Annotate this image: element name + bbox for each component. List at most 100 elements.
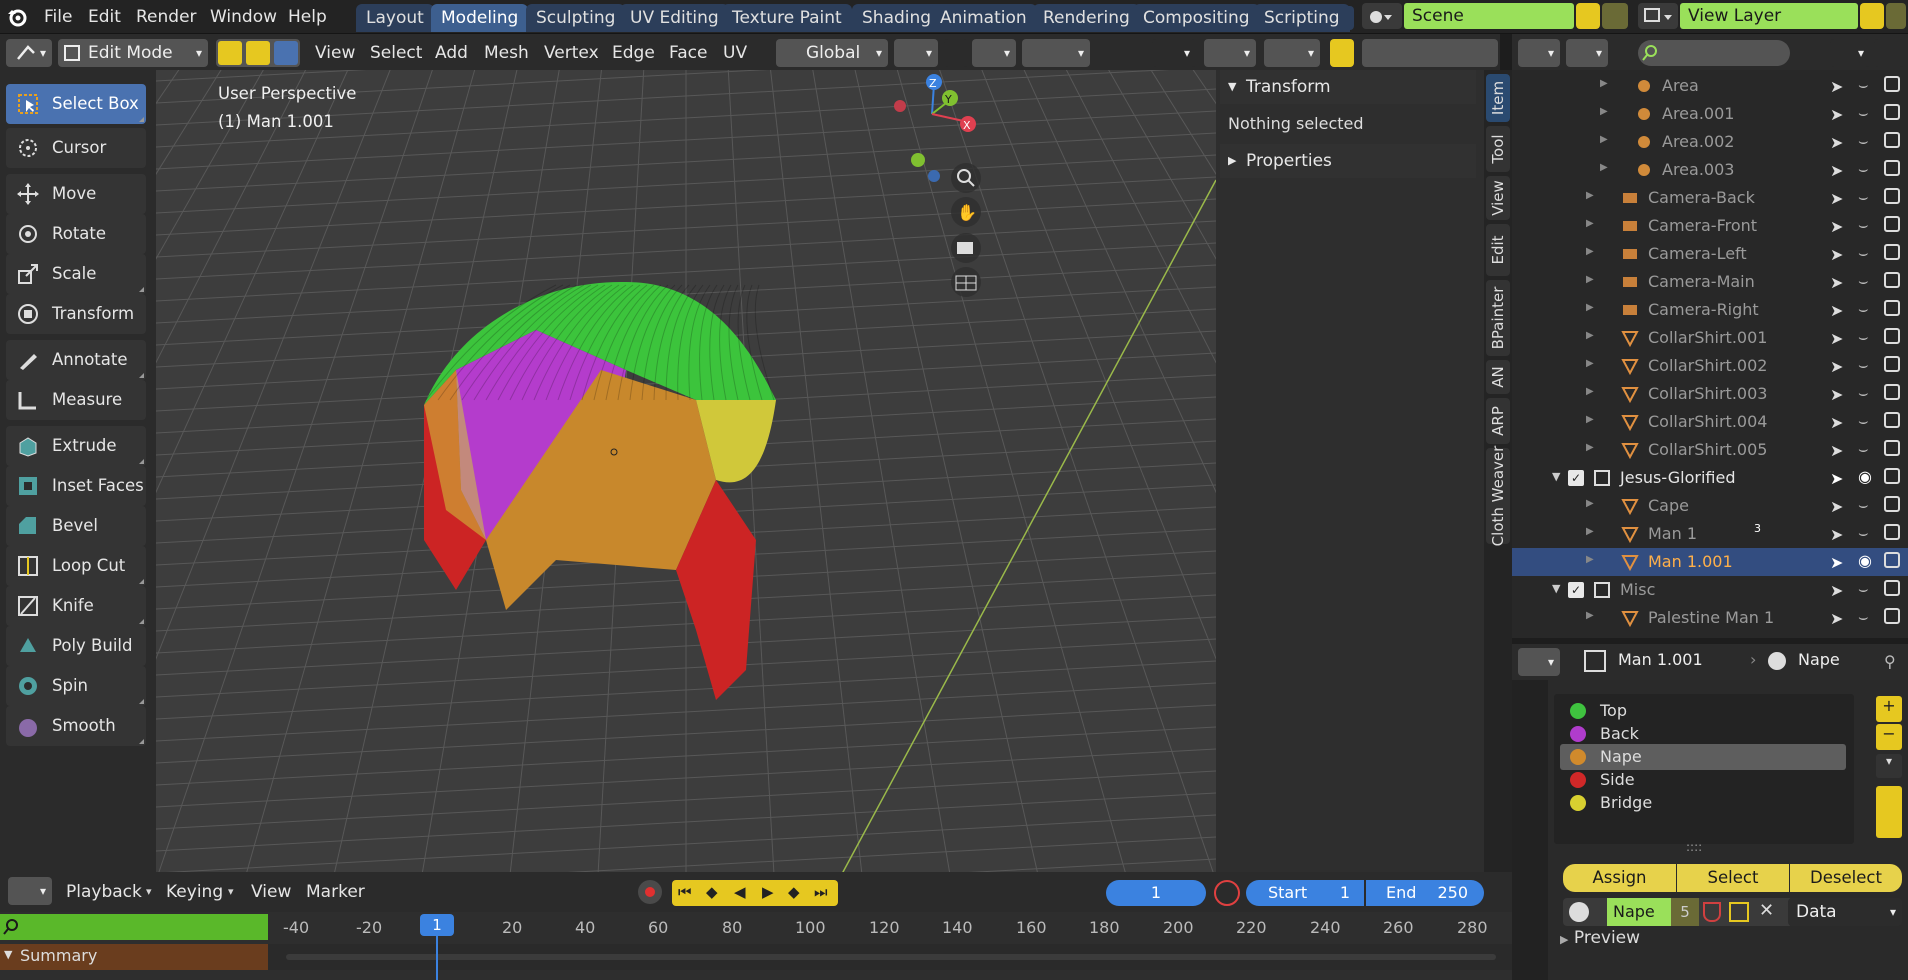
chevron-down-icon[interactable]: ▼ — [1552, 470, 1560, 483]
selectable-icon[interactable]: ➤ — [1830, 189, 1843, 208]
properties-panel-header[interactable]: ▶ Properties — [1220, 144, 1476, 178]
menu-help[interactable]: Help — [280, 4, 335, 30]
eye-closed-icon[interactable]: ⌣ — [1858, 243, 1869, 263]
chevron-right-icon[interactable]: ▶ — [1586, 302, 1594, 313]
tool-move[interactable]: Move — [6, 174, 146, 214]
slot-specials-icon[interactable]: ▾ — [1876, 754, 1902, 778]
menu-file[interactable]: File — [36, 4, 80, 30]
play-reverse-icon[interactable]: ◀ — [734, 883, 746, 901]
tool-measure[interactable]: Measure — [6, 380, 146, 420]
render-camera-icon[interactable] — [1884, 608, 1900, 624]
render-camera-icon[interactable] — [1884, 468, 1900, 484]
eye-closed-icon[interactable]: ⌣ — [1858, 271, 1869, 291]
selectable-icon[interactable]: ➤ — [1830, 469, 1843, 488]
outliner-row[interactable]: ▶ CollarShirt.002 ➤ ⌣ — [1512, 352, 1908, 380]
timeline[interactable]: ▼ Summary 1 — [0, 912, 1512, 980]
menu-render[interactable]: Render — [128, 4, 205, 30]
eye-closed-icon[interactable]: ⌣ — [1858, 299, 1869, 319]
visibility-dropdown[interactable]: ▾ — [1152, 39, 1196, 67]
render-camera-icon[interactable] — [1884, 580, 1900, 596]
display-mode-dropdown[interactable]: ▾ — [1566, 39, 1608, 67]
tab-animation[interactable]: Animation — [930, 4, 1037, 32]
render-camera-icon[interactable] — [1884, 328, 1900, 344]
eye-closed-icon[interactable]: ⌣ — [1858, 215, 1869, 235]
eye-closed-icon[interactable]: ⌣ — [1858, 327, 1869, 347]
duplicate-material-icon[interactable] — [1729, 902, 1749, 922]
selectable-icon[interactable]: ➤ — [1830, 357, 1843, 376]
pivot-dropdown[interactable]: ▾ — [894, 39, 938, 67]
chevron-right-icon[interactable]: ▶ — [1586, 386, 1594, 397]
chevron-right-icon[interactable]: ▶ — [1600, 162, 1608, 173]
menu-uv[interactable]: UV — [723, 40, 747, 66]
timeline-scrollbar[interactable] — [286, 954, 1496, 960]
outliner-row[interactable]: ▶ Area.001 ➤ ⌣ — [1512, 100, 1908, 128]
timer-icon[interactable] — [1214, 880, 1240, 906]
selectable-icon[interactable]: ➤ — [1830, 273, 1843, 292]
render-camera-icon[interactable] — [1884, 188, 1900, 204]
tab-texture-paint[interactable]: Texture Paint — [722, 4, 852, 32]
tab-layout[interactable]: Layout — [356, 4, 434, 32]
tool-inset-faces[interactable]: Inset Faces — [6, 466, 146, 506]
render-camera-icon[interactable] — [1884, 132, 1900, 148]
new-collection-icon[interactable] — [1874, 39, 1904, 67]
copy-view-layer-icon[interactable] — [1860, 3, 1884, 29]
tab-scripting[interactable]: Scripting — [1254, 4, 1350, 32]
snap-toggle-icon[interactable] — [944, 39, 968, 67]
eye-icon[interactable]: ◉ — [1858, 467, 1872, 486]
render-camera-icon[interactable] — [1884, 104, 1900, 120]
menu-keying[interactable]: Keying — [166, 879, 223, 905]
filter-dropdown[interactable]: ▾ — [1830, 39, 1870, 67]
outliner-row[interactable]: ▶ CollarShirt.001 ➤ ⌣ — [1512, 324, 1908, 352]
chevron-down-icon[interactable]: ▼ — [1552, 582, 1560, 595]
eye-closed-icon[interactable]: ⌣ — [1858, 411, 1869, 431]
menu-window[interactable]: Window — [202, 4, 285, 30]
selectable-icon[interactable]: ➤ — [1830, 217, 1843, 236]
render-camera-icon[interactable] — [1884, 552, 1900, 568]
selectable-icon[interactable]: ➤ — [1830, 329, 1843, 348]
record-button[interactable] — [638, 880, 662, 904]
blender-logo-icon[interactable] — [6, 6, 28, 28]
outliner-editor-type-dropdown[interactable]: ▾ — [1518, 39, 1560, 67]
editor-type-dropdown[interactable]: ▾ — [6, 39, 52, 67]
current-frame-field[interactable]: 1 — [1106, 880, 1206, 906]
chevron-right-icon[interactable]: ▶ — [1586, 442, 1594, 453]
tab-edit[interactable]: Edit — [1486, 224, 1510, 276]
breadcrumb-material[interactable]: Nape — [1798, 650, 1840, 669]
outliner-row[interactable]: ▶ Camera-Front ➤ ⌣ — [1512, 212, 1908, 240]
tool-knife[interactable]: Knife — [6, 586, 146, 626]
link-dropdown[interactable]: Data ▾ — [1788, 898, 1902, 926]
timeline-search-input[interactable] — [0, 914, 268, 940]
menu-select[interactable]: Select — [370, 40, 422, 66]
collection-checkbox[interactable]: ✓ — [1568, 582, 1584, 598]
chevron-right-icon[interactable]: ▶ — [1586, 218, 1594, 229]
preview-panel-header[interactable]: ▶ Preview — [1560, 928, 1640, 948]
outliner-row[interactable]: ▶ Cape ➤ ⌣ — [1512, 492, 1908, 520]
transform-panel-header[interactable]: ▼ Transform — [1220, 70, 1476, 104]
outliner-row[interactable]: ▶ Camera-Right ➤ ⌣ — [1512, 296, 1908, 324]
eye-closed-icon[interactable]: ⌣ — [1858, 355, 1869, 375]
tab-bpainter[interactable]: BPainter — [1486, 280, 1510, 356]
tab-view[interactable]: View — [1486, 176, 1510, 220]
tab-overflow[interactable] — [1344, 6, 1354, 30]
overlay-dropdown[interactable]: ▾ — [1264, 39, 1320, 67]
chevron-right-icon[interactable]: ▶ — [1586, 610, 1594, 621]
menu-playback[interactable]: Playback — [66, 879, 142, 905]
selectable-icon[interactable]: ➤ — [1830, 413, 1843, 432]
chevron-right-icon[interactable]: ▶ — [1586, 498, 1594, 509]
select-button[interactable]: Select — [1677, 864, 1789, 892]
render-camera-icon[interactable] — [1884, 356, 1900, 372]
outliner-row[interactable]: ▶ Area.002 ➤ ⌣ — [1512, 128, 1908, 156]
eye-closed-icon[interactable]: ⌣ — [1858, 579, 1869, 599]
tab-compositing[interactable]: Compositing — [1133, 4, 1260, 32]
xray-toggle-icon[interactable] — [1330, 39, 1354, 67]
timeline-editor-type-dropdown[interactable]: ▾ — [8, 877, 52, 905]
menu-add[interactable]: Add — [435, 40, 468, 66]
material-name-field[interactable]: Nape — [1607, 898, 1671, 926]
selectable-icon[interactable]: ➤ — [1830, 385, 1843, 404]
outliner-row[interactable]: ▶ Palestine Man 1 ➤ ⌣ — [1512, 604, 1908, 632]
outliner-row[interactable]: ▼ ✓ Misc ➤ ⌣ — [1512, 576, 1908, 604]
collection-checkbox[interactable]: ✓ — [1568, 470, 1584, 486]
menu-marker[interactable]: Marker — [306, 879, 365, 905]
tool-extrude-region[interactable]: Extrude Region — [6, 426, 146, 495]
selectable-icon[interactable]: ➤ — [1830, 301, 1843, 320]
